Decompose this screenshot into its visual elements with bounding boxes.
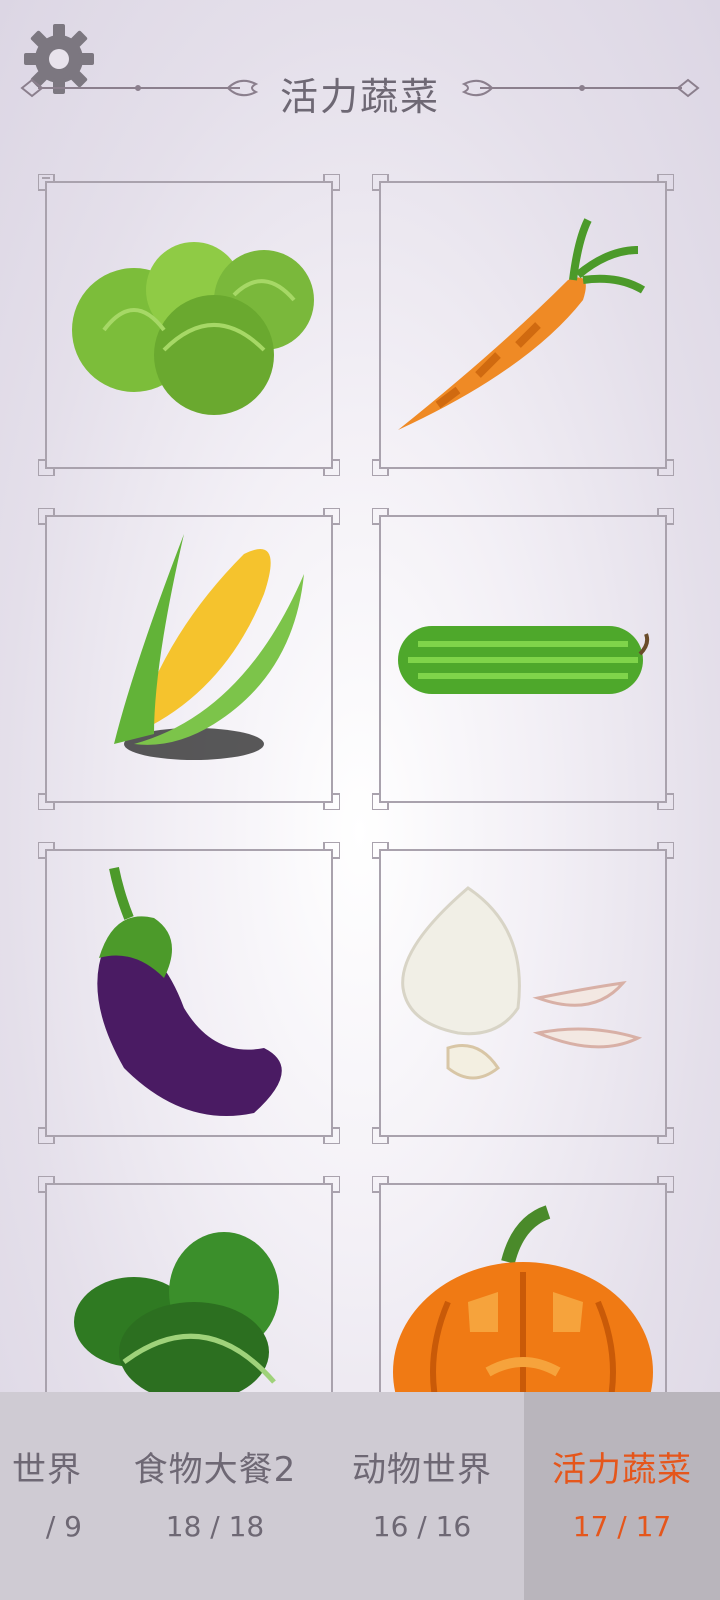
- card-cucumber[interactable]: [372, 508, 674, 810]
- card-carrot[interactable]: [372, 174, 674, 476]
- card-garlic[interactable]: [372, 842, 674, 1144]
- tab-progress: 18 / 18: [165, 1510, 265, 1543]
- carrot-icon: [398, 218, 646, 430]
- card-spinach[interactable]: [38, 1176, 340, 1392]
- spinach-icon: [74, 1232, 279, 1392]
- tab-label: 动物世界: [352, 1450, 492, 1490]
- card-cabbage[interactable]: [38, 174, 340, 476]
- tab-label: 世界: [12, 1450, 82, 1490]
- tab-label: 活力蔬菜: [552, 1450, 692, 1490]
- corn-icon: [114, 534, 304, 760]
- cabbage-icon: [72, 242, 314, 415]
- tab-progress: 17 / 17: [572, 1510, 672, 1543]
- vegetable-grid: [0, 0, 720, 1392]
- garlic-icon: [401, 886, 643, 1080]
- tab-animal-world[interactable]: 动物世界 16 / 16: [320, 1392, 524, 1600]
- tab-label: 食物大餐2: [133, 1450, 297, 1490]
- category-tab-bar: 世界 / 9 食物大餐2 18 / 18 动物世界 16 / 16 活力蔬菜 1…: [0, 1392, 720, 1600]
- cucumber-icon: [398, 626, 650, 694]
- tab-vibrant-vegetables[interactable]: 活力蔬菜 17 / 17: [524, 1392, 720, 1600]
- tab-progress: / 9: [45, 1510, 82, 1543]
- tab-progress: 16 / 16: [372, 1510, 472, 1543]
- tab-partial-world[interactable]: 世界 / 9: [0, 1392, 110, 1600]
- card-pumpkin[interactable]: [372, 1176, 674, 1392]
- card-corn[interactable]: [38, 508, 340, 810]
- eggplant-icon: [97, 867, 282, 1116]
- pumpkin-icon: [393, 1205, 653, 1392]
- tab-food-feast-2[interactable]: 食物大餐2 18 / 18: [110, 1392, 320, 1600]
- card-eggplant[interactable]: [38, 842, 340, 1144]
